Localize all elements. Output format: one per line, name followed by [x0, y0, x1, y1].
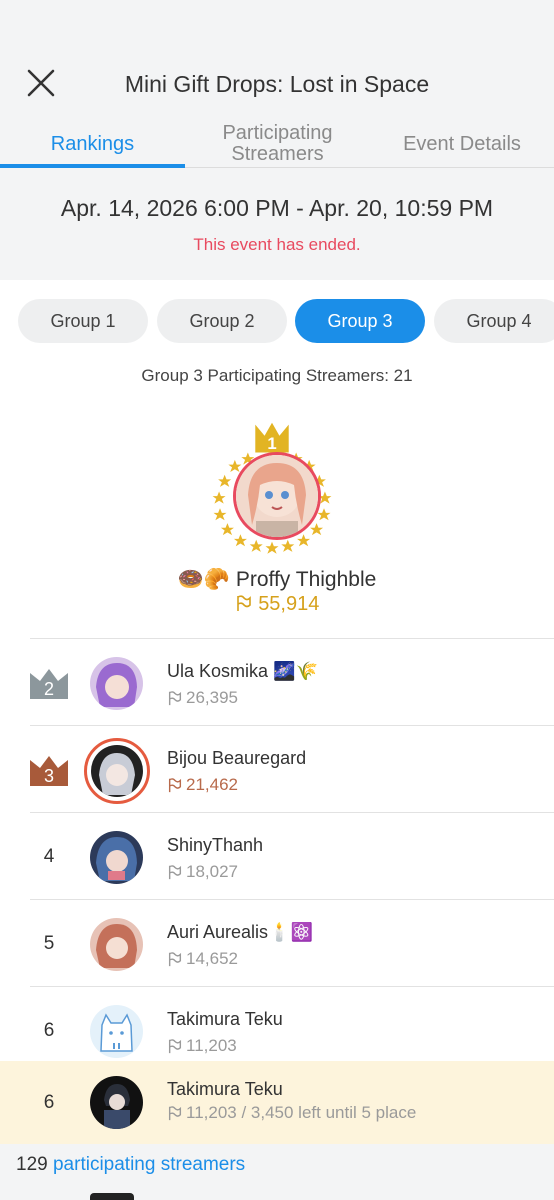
my-ranking-row[interactable]: 6 Takimura Teku 11,203 / 3,450 left unti… [0, 1061, 554, 1144]
streamer-score: 18,027 [167, 862, 238, 882]
participant-total: 129 participating streamers [16, 1154, 245, 1176]
flag-icon [168, 778, 182, 793]
streamer-avatar[interactable] [90, 918, 143, 971]
streamer-score: 26,395 [167, 688, 238, 708]
ranking-row[interactable]: 3 Bijou Beauregard 21,462 [30, 725, 554, 812]
flag-icon [168, 691, 182, 706]
streamer-score: 21,462 [167, 775, 238, 795]
streamer-avatar[interactable] [90, 1005, 143, 1058]
streamer-score: 11,203 [167, 1036, 237, 1056]
winner-name: 🍩🥐 Proffy Thighble [177, 568, 377, 591]
silver-crown-icon: 2 [30, 669, 68, 699]
bronze-crown-icon: 3 [30, 756, 68, 786]
footer-bar: 129 participating streamers [0, 1144, 554, 1200]
group-1-button[interactable]: Group 1 [18, 299, 148, 343]
group-2-button[interactable]: Group 2 [157, 299, 287, 343]
tab-participating-streamers[interactable]: Participating Streamers [195, 118, 360, 170]
svg-text:1: 1 [267, 434, 276, 453]
streamer-name: ShinyThanh [167, 835, 264, 855]
winner-avatar[interactable] [233, 452, 321, 540]
tab-rankings[interactable]: Rankings [0, 118, 185, 170]
group-4-button[interactable]: Group 4 [434, 299, 554, 343]
flag-icon [168, 952, 182, 967]
participating-streamers-link[interactable]: participating streamers [53, 1154, 245, 1175]
flag-icon [236, 595, 251, 611]
event-status: This event has ended. [193, 235, 361, 254]
winner-score: 55,914 [0, 593, 554, 616]
streamer-name: Takimura Teku [167, 1079, 283, 1099]
tab-bar: Rankings Participating Streamers Event D… [0, 118, 554, 170]
streamer-avatar[interactable] [90, 657, 143, 710]
flag-icon [168, 1106, 182, 1121]
streamer-avatar[interactable] [90, 1076, 143, 1129]
page-title: Mini Gift Drops: Lost in Space [124, 71, 430, 97]
ranking-row[interactable]: 6 Takimura Teku 11,203 [30, 986, 554, 1073]
rank-number: 5 [43, 932, 55, 954]
rank-number: 6 [43, 1091, 55, 1113]
svg-text:3: 3 [44, 766, 54, 786]
tab-event-details[interactable]: Event Details [370, 118, 554, 170]
participant-count: 129 [16, 1154, 48, 1175]
rank-number: 4 [43, 845, 55, 867]
flag-icon [168, 1039, 182, 1054]
streamer-avatar[interactable] [84, 738, 150, 804]
group-3-button[interactable]: Group 3 [295, 299, 425, 343]
next-row-peek [90, 1193, 134, 1200]
streamer-name: Takimura Teku [167, 1009, 283, 1029]
event-date-range: Apr. 14, 2026 6:00 PM - Apr. 20, 10:59 P… [60, 195, 494, 221]
ranking-row[interactable]: 5 Auri Aurealis🕯️⚛️ 14,652 [30, 899, 554, 986]
ranking-row[interactable]: 4 ShinyThanh 18,027 [30, 812, 554, 899]
streamer-score: 14,652 [167, 949, 238, 969]
ranking-row[interactable]: 2 Ula Kosmika 🌌🌾 26,395 [30, 638, 554, 725]
group-participant-count: Group 3 Participating Streamers: 21 [141, 366, 413, 385]
active-tab-indicator [0, 164, 185, 168]
streamer-name: Bijou Beauregard [167, 748, 307, 768]
flag-icon [168, 865, 182, 880]
group-selector: Group 1 Group 2 Group 3 Group 4 [18, 299, 554, 343]
streamer-name: Ula Kosmika 🌌🌾 [167, 661, 318, 681]
streamer-avatar[interactable] [90, 831, 143, 884]
svg-text:2: 2 [44, 679, 54, 699]
streamer-name: Auri Aurealis🕯️⚛️ [167, 922, 313, 942]
streamer-score: 11,203 / 3,450 left until 5 place [167, 1103, 416, 1123]
